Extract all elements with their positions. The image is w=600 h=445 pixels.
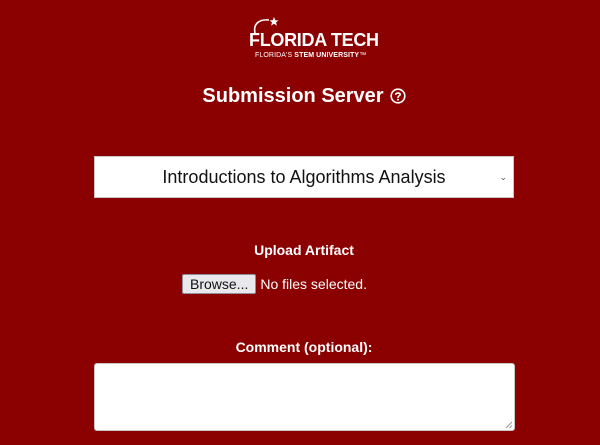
logo-tagline: FLORIDA'S STEM UNIVERSITY™ bbox=[255, 52, 366, 59]
comment-label: Comment (optional): bbox=[235, 339, 373, 355]
tagline-prefix: FLORIDA'S bbox=[255, 52, 295, 59]
browse-button[interactable]: Browse... bbox=[182, 274, 257, 294]
florida-tech-logo: FLORIDA TECH FLORIDA'S STEM UNIVERSITY™ bbox=[243, 16, 379, 62]
course-select[interactable]: Introductions to Algorithms Analysis ⌄ bbox=[94, 156, 514, 198]
page-title-row: Submission Server bbox=[0, 82, 600, 110]
question-circle-icon[interactable] bbox=[389, 88, 406, 104]
tagline-trademark: ™ bbox=[359, 52, 367, 59]
file-input[interactable]: Browse... No files selected. bbox=[182, 274, 367, 294]
course-select-value: Introductions to Algorithms Analysis bbox=[162, 167, 446, 187]
file-status-text: No files selected. bbox=[260, 276, 367, 292]
upload-artifact-label: Upload Artifact bbox=[254, 242, 354, 258]
tagline-strong: STEM UNIVERSITY bbox=[294, 52, 360, 59]
chevron-down-icon: ⌄ bbox=[499, 172, 507, 182]
logo-wordmark: FLORIDA TECH bbox=[249, 30, 379, 50]
page-title: Submission Server bbox=[202, 85, 384, 107]
comment-textarea[interactable] bbox=[94, 363, 515, 431]
resize-grip-icon[interactable] bbox=[505, 421, 513, 429]
